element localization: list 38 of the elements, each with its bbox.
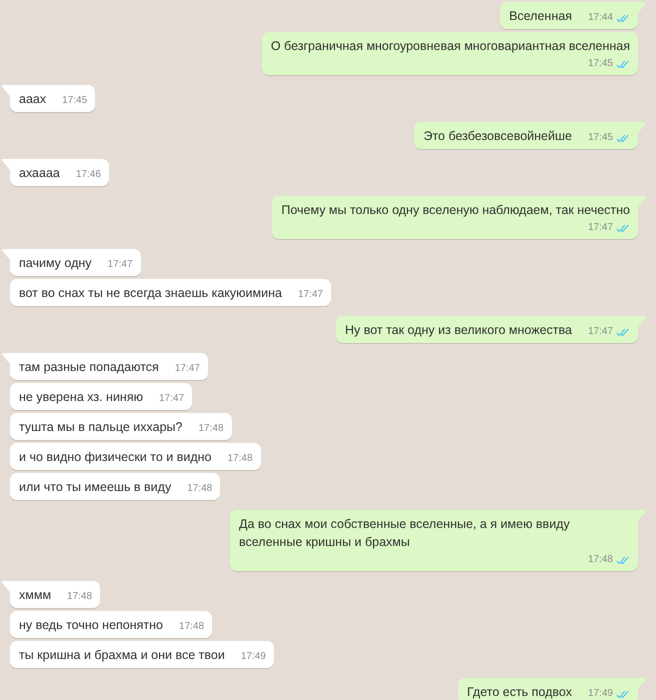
message-text: не уверена хз. ниняю <box>19 390 143 404</box>
message-time: 17:48 <box>187 482 212 496</box>
message-time: 17:45 <box>588 57 613 71</box>
message-text: и чо видно физически то и видно <box>19 450 212 464</box>
message-text: или что ты имеешь в виду <box>19 480 172 494</box>
message-time: 17:48 <box>179 620 204 634</box>
message-time: 17:47 <box>108 258 133 272</box>
message-time: 17:49 <box>240 650 266 664</box>
message-text: там разные попадаются <box>19 360 159 374</box>
message-time: 17:47 <box>588 221 613 235</box>
message-time: 17:46 <box>76 168 101 182</box>
message-text: хммм <box>19 588 52 602</box>
message-time: 17:45 <box>62 94 88 108</box>
message-text: пачиму одну <box>19 256 92 270</box>
message-text: тушта мы в пальце иххары? <box>19 420 182 434</box>
message-text: О безграничная многоуровневая многовариантная вселенная <box>270 39 630 53</box>
message-time: 17:45 <box>588 131 613 145</box>
message-text: Ну вот так одну из великого множества <box>344 323 572 337</box>
message-text: Гдето есть подвох <box>466 685 572 699</box>
message-text: Да во снах мои собственные вселенные, а я имею ввиду вселенные кришны и брахмы <box>239 517 570 549</box>
message-text: Это безбезовсевойнейше <box>423 129 572 143</box>
message-text: вот во снах ты не всегда знаешь какуюимина <box>19 286 282 300</box>
message-time: 17:48 <box>228 452 253 466</box>
message-text: Вселенная <box>509 9 572 23</box>
message-time: 17:48 <box>67 590 92 604</box>
message-text: ахаааа <box>19 166 60 180</box>
message-text: ты кришна и брахма и они все твои <box>19 648 225 662</box>
message-text: ну ведь точно непонятно <box>19 618 164 632</box>
message-time: 17:48 <box>588 553 613 567</box>
message-time: 17:44 <box>588 11 613 25</box>
message-time: 17:49 <box>588 687 613 700</box>
message-time: 17:47 <box>298 288 323 302</box>
message-time: 17:47 <box>158 392 184 406</box>
message-time: 17:47 <box>588 325 613 339</box>
message-text: ааах <box>19 92 46 106</box>
message-time: 17:47 <box>174 362 200 376</box>
message-time: 17:48 <box>198 422 224 436</box>
message-text: Почему мы только одну вселеную наблюдаем, так нечестно <box>281 203 630 217</box>
